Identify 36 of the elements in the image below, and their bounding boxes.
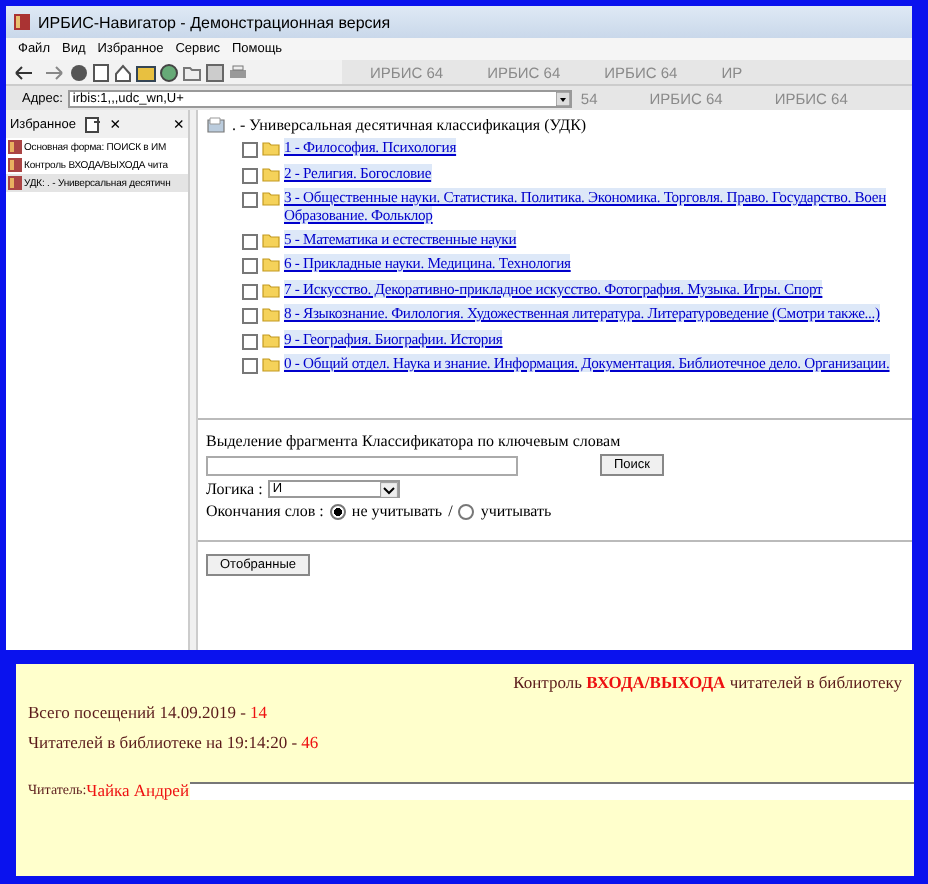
printer-icon[interactable]: [228, 63, 248, 81]
keyword-field[interactable]: [206, 455, 518, 475]
endings-label: Окончания слов :: [206, 502, 324, 520]
checkbox[interactable]: [242, 333, 258, 349]
page-icon[interactable]: [92, 63, 110, 81]
checkbox[interactable]: [242, 283, 258, 299]
folder-icon[interactable]: [136, 63, 156, 81]
close-button[interactable]: ×: [173, 115, 184, 133]
checkbox[interactable]: [242, 308, 258, 324]
checkbox[interactable]: [242, 192, 258, 208]
radio-label: учитывать: [480, 502, 552, 520]
present-count: 46: [301, 732, 319, 752]
add-favorite-icon[interactable]: [83, 115, 102, 133]
radio-label: не учитывать: [351, 502, 443, 520]
reader-field[interactable]: [189, 781, 914, 799]
radio-button[interactable]: [329, 503, 346, 519]
separator-text: /: [448, 502, 453, 520]
window-title: ИРБИС-Навигатор - Демонстрационная версия: [38, 13, 391, 31]
dropdown-arrow-icon[interactable]: [380, 481, 399, 497]
checkbox[interactable]: [242, 358, 258, 374]
delete-button[interactable]: ×: [109, 115, 121, 133]
checkbox[interactable]: [242, 233, 258, 249]
radio-button[interactable]: [458, 503, 475, 519]
checkbox[interactable]: [242, 142, 258, 158]
search-label: Выделение фрагмента Классификатора по ключевым словам: [206, 432, 623, 450]
dropdown-arrow-icon[interactable]: [556, 91, 571, 105]
logic-label: Логика :: [206, 480, 263, 498]
present-label: Читателей в библиотеке на 19:14:20 -: [28, 732, 298, 752]
checkbox[interactable]: [242, 167, 258, 183]
reader-name: Чайка Андрей: [86, 780, 189, 800]
visits-count: 14: [249, 702, 267, 722]
visits-label: Всего посещений 14.09.2019 -: [28, 702, 246, 722]
panel-title: Контроль ВХОДА/ВЫХОДА читателей в библиотеку: [511, 672, 902, 692]
tree-root: . - Универсальная десятичная классификация (УДК): [232, 116, 587, 134]
back-arrow-icon[interactable]: [14, 63, 38, 81]
checkbox[interactable]: [242, 258, 258, 274]
